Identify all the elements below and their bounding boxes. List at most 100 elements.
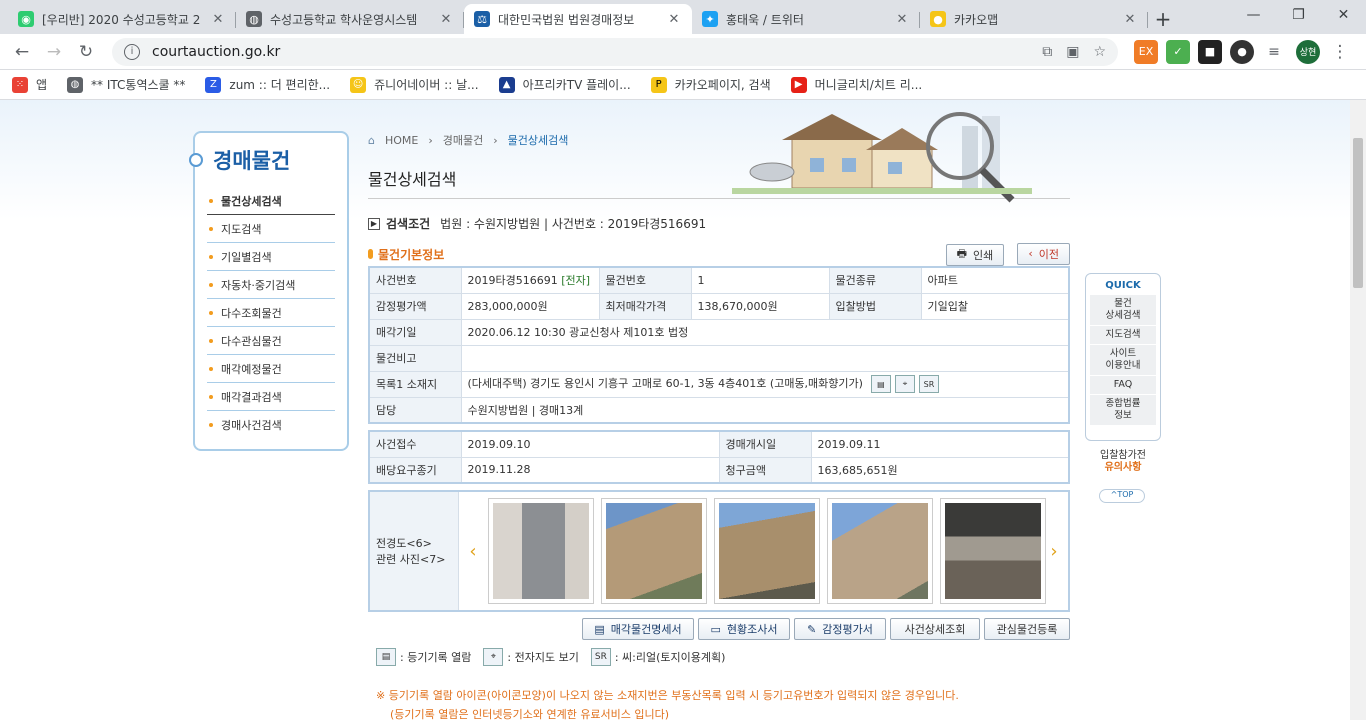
scrollbar[interactable] xyxy=(1350,100,1366,720)
left-nav-item[interactable]: 매각예정물건 xyxy=(207,355,335,383)
left-nav-item[interactable]: 자동차·중기검색 xyxy=(207,271,335,299)
address-bar[interactable]: i courtauction.go.kr ⧉ ▣ ☆ xyxy=(112,37,1118,66)
photo-thumbnail[interactable] xyxy=(601,498,707,604)
breadcrumb-current: 물건상세검색 xyxy=(507,134,569,147)
cell-label: 감정평가액 xyxy=(368,292,462,320)
close-icon[interactable]: ✕ xyxy=(1122,12,1138,27)
section-header: 물건기본정보 🖶 인쇄 ‹ 이전 xyxy=(368,242,1070,266)
bookmark-itc[interactable]: ◍ ** ITC통역스쿨 ** xyxy=(67,76,185,93)
restore-icon[interactable]: ❐ xyxy=(1276,0,1321,30)
close-icon[interactable]: ✕ xyxy=(666,12,682,27)
left-nav-item[interactable]: 지도검색 xyxy=(207,215,335,243)
registry-icon[interactable]: ▤ xyxy=(870,375,891,393)
tab-title: 대한민국법원 법원경매정보 xyxy=(498,12,635,27)
photo-thumbnail[interactable] xyxy=(940,498,1046,604)
tab-5[interactable]: ● 카카오맵 ✕ xyxy=(920,4,1148,34)
quick-item[interactable]: 지도검색 xyxy=(1090,326,1156,345)
left-nav-item[interactable]: 다수조회물건 xyxy=(207,299,335,327)
prev-button[interactable]: ‹ 이전 xyxy=(1017,242,1070,265)
home-icon[interactable]: ⌂ xyxy=(368,134,375,147)
table-row: 사건접수 2019.09.10 경매개시일 2019.09.11 xyxy=(368,430,1070,458)
note-line: (등기기록 열람은 인터넷등기소와 연계한 유료서비스 입니다) xyxy=(390,708,670,720)
shield-icon[interactable]: ✓ xyxy=(1166,39,1190,64)
add-interest-button[interactable]: 관심물건등록 xyxy=(984,618,1070,640)
camera-icon[interactable]: ■ xyxy=(1198,39,1222,64)
left-nav-item[interactable]: 물건상세검색 xyxy=(207,187,335,215)
icon-legend: ▤: 등기기록 열람 ⌖: 전자지도 보기 SR: 씨:리얼(토지이용계획) xyxy=(376,648,1070,666)
close-icon[interactable]: ✕ xyxy=(438,12,454,27)
bookmark-label: 앱 xyxy=(36,78,48,92)
photo-label: 전경도<6> 관련 사진<7> xyxy=(370,492,459,610)
case-info-table: 사건접수 2019.09.10 경매개시일 2019.09.11 배당요구종기 … xyxy=(368,430,1070,484)
close-window-icon[interactable]: ✕ xyxy=(1321,0,1366,30)
extension-ex-icon[interactable]: EX xyxy=(1134,39,1158,64)
circle-extension-icon[interactable]: ● xyxy=(1230,39,1254,64)
address-text: (다세대주택) 경기도 용인시 기흥구 고매로 60-1, 3동 4층401호 … xyxy=(467,377,863,390)
info-icon[interactable]: i xyxy=(124,43,140,60)
blocked-popup-icon[interactable]: ▣ xyxy=(1066,44,1079,60)
photo-thumbnail[interactable] xyxy=(714,498,820,604)
quick-item[interactable]: FAQ xyxy=(1090,376,1156,395)
bookmark-apps[interactable]: ⁙ 앱 xyxy=(12,76,47,93)
chevron-left-icon: ‹ xyxy=(1028,247,1033,261)
photo-thumbnail[interactable] xyxy=(488,498,594,604)
case-number: 2019타경516691 xyxy=(467,274,558,288)
youtube-icon: ▶ xyxy=(790,76,807,93)
table-row: 목록1 소재지 (다세대주택) 경기도 용인시 기흥구 고매로 60-1, 3동… xyxy=(368,370,1070,398)
tab-4[interactable]: ✦ 홍태욱 / 트위터 ✕ xyxy=(692,4,920,34)
cell-label: 배당요구종기 xyxy=(368,456,462,484)
print-button[interactable]: 🖶 인쇄 xyxy=(945,243,1005,266)
bookmark-zum[interactable]: Zzum :: 더 편리한... xyxy=(205,76,330,93)
left-nav-item[interactable]: 경매사건검색 xyxy=(207,411,335,439)
case-detail-button[interactable]: 사건상세조회 xyxy=(890,618,980,640)
chevron-right-icon[interactable]: › xyxy=(1046,541,1062,562)
bookmark-star-icon[interactable]: ☆ xyxy=(1093,44,1106,60)
breadcrumb-level1[interactable]: 경매물건 xyxy=(443,132,483,148)
breadcrumb-home[interactable]: HOME xyxy=(385,134,418,147)
cell-label: 입찰방법 xyxy=(828,292,922,320)
cell-label: 경매개시일 xyxy=(718,430,812,458)
bookmarks-bar: ⁙ 앱 ◍ ** ITC통역스쿨 ** Zzum :: 더 편리한... ☺ 쥬니어네… xyxy=(0,70,1366,100)
cell-label: 청구금액 xyxy=(718,456,812,484)
bookmark-youtube[interactable]: ▶ 머니글리치/치트 리... xyxy=(790,76,922,93)
forward-icon[interactable]: → xyxy=(40,38,68,66)
sale-statement-button[interactable]: ▤ 매각물건명세서 xyxy=(582,618,694,640)
hero-illustration xyxy=(732,112,1032,203)
tab-3[interactable]: ⚖ 대한민국법원 법원경매정보 ✕ xyxy=(464,4,692,34)
map-icon[interactable]: ⌖ xyxy=(894,375,915,393)
close-icon[interactable]: ✕ xyxy=(210,12,226,27)
photo-thumbnail[interactable] xyxy=(827,498,933,604)
chevron-left-icon[interactable]: ‹ xyxy=(465,541,481,562)
close-icon[interactable]: ✕ xyxy=(894,12,910,27)
top-button[interactable]: ^TOP xyxy=(1099,489,1145,503)
tab-1[interactable]: ◉ [우리반] 2020 수성고등학교 2 ✕ xyxy=(8,4,236,34)
button-label: 사건상세조회 xyxy=(904,623,966,636)
media-control-icon[interactable]: ≡ xyxy=(1262,39,1286,64)
reload-icon[interactable]: ↻ xyxy=(72,38,100,66)
tab-2[interactable]: ◍ 수성고등학교 학사운영시스템 ✕ xyxy=(236,4,464,34)
scrollbar-thumb[interactable] xyxy=(1353,138,1363,288)
bid-notice-link[interactable]: 입찰참가전 유의사항 xyxy=(1085,450,1161,474)
seereal-icon[interactable]: SR xyxy=(918,375,939,393)
bookmark-junior-naver[interactable]: ☺ 쥬니어네이버 :: 날... xyxy=(350,76,479,93)
bookmark-kakaopage[interactable]: P 카카오페이지, 검색 xyxy=(650,76,771,93)
left-nav-item[interactable]: 매각결과검색 xyxy=(207,383,335,411)
appraisal-report-button[interactable]: ✎ 감정평가서 xyxy=(794,618,886,640)
photo-strip: ‹ › xyxy=(459,492,1068,610)
quick-item[interactable]: 사이트 이용안내 xyxy=(1090,345,1156,376)
page-content: 경매물건 물건상세검색 지도검색 기일별검색 자동차·중기검색 다수조회물건 다… xyxy=(0,100,1350,720)
left-nav-item[interactable]: 기일별검색 xyxy=(207,243,335,271)
extension-puzzle-icon[interactable]: ⧉ xyxy=(1042,44,1052,60)
survey-report-button[interactable]: ▭ 현황조사서 xyxy=(698,618,790,640)
quick-item[interactable]: 물건 상세검색 xyxy=(1090,295,1156,326)
back-icon[interactable]: ← xyxy=(8,38,36,66)
window-controls: — ❐ ✕ xyxy=(1231,0,1366,30)
bookmark-afreecatv[interactable]: ▲ 아프리카TV 플레이... xyxy=(498,76,631,93)
quick-item[interactable]: 종합법률 정보 xyxy=(1090,395,1156,426)
avatar[interactable]: 상현 xyxy=(1296,39,1320,64)
new-tab-button[interactable]: + xyxy=(1148,4,1178,34)
left-nav-item[interactable]: 다수관심물건 xyxy=(207,327,335,355)
minimize-icon[interactable]: — xyxy=(1231,0,1276,30)
cell-label: 사건접수 xyxy=(368,430,462,458)
menu-icon[interactable]: ⋮ xyxy=(1326,38,1354,66)
